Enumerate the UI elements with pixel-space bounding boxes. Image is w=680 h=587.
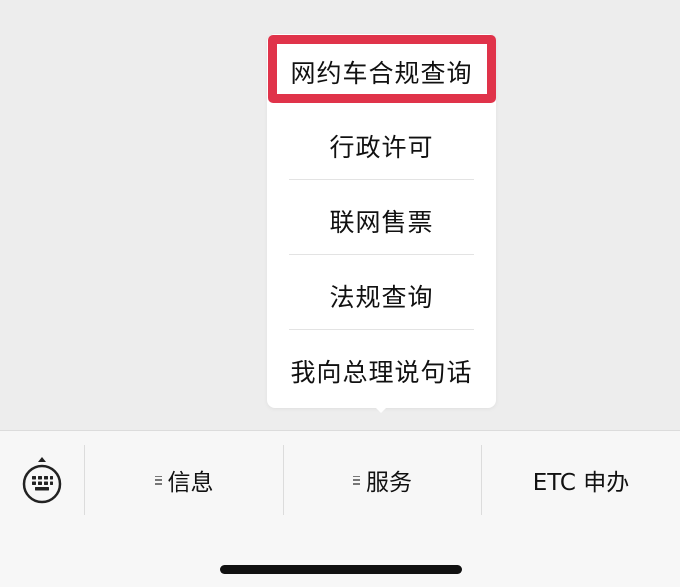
submenu-icon [154, 475, 162, 485]
popup-pointer-arrow [372, 404, 390, 413]
home-indicator[interactable] [220, 565, 462, 574]
keyboard-toggle-button[interactable] [0, 431, 84, 529]
menu-item-administrative-license[interactable]: 行政许可 [267, 108, 496, 183]
keyboard-icon [22, 457, 62, 504]
tab-etc-application[interactable]: ETC 申办 [482, 431, 680, 529]
tab-info[interactable]: 信息 [85, 431, 283, 529]
menu-item-message-to-premier[interactable]: 我向总理说句话 [267, 333, 496, 408]
tab-services[interactable]: 服务 [284, 431, 481, 529]
menu-item-label: 我向总理说句话 [290, 357, 473, 387]
menu-item-online-ticketing[interactable]: 联网售票 [267, 183, 496, 258]
menu-item-label: 网约车合规查询 [290, 58, 473, 88]
tab-label: ETC 申办 [532, 470, 630, 496]
menu-item-label: 行政许可 [329, 132, 434, 162]
tab-label: 信息 [167, 470, 214, 496]
menu-item-ride-hailing-compliance-query[interactable]: 网约车合规查询 [267, 34, 496, 109]
menu-item-label: 法规查询 [329, 282, 434, 312]
submenu-icon [353, 475, 360, 485]
menu-item-regulation-query[interactable]: 法规查询 [267, 258, 496, 333]
tab-label: 服务 [366, 470, 412, 496]
menu-item-label: 联网售票 [329, 207, 434, 237]
chat-screen: 网约车合规查询 行政许可 联网售票 法规查询 我向总理说句话 信息 服务 ETC… [0, 0, 680, 587]
bottom-menu-bar: 信息 服务 ETC 申办 [0, 430, 680, 587]
service-popup-menu: 网约车合规查询 行政许可 联网售票 法规查询 我向总理说句话 [267, 34, 496, 408]
